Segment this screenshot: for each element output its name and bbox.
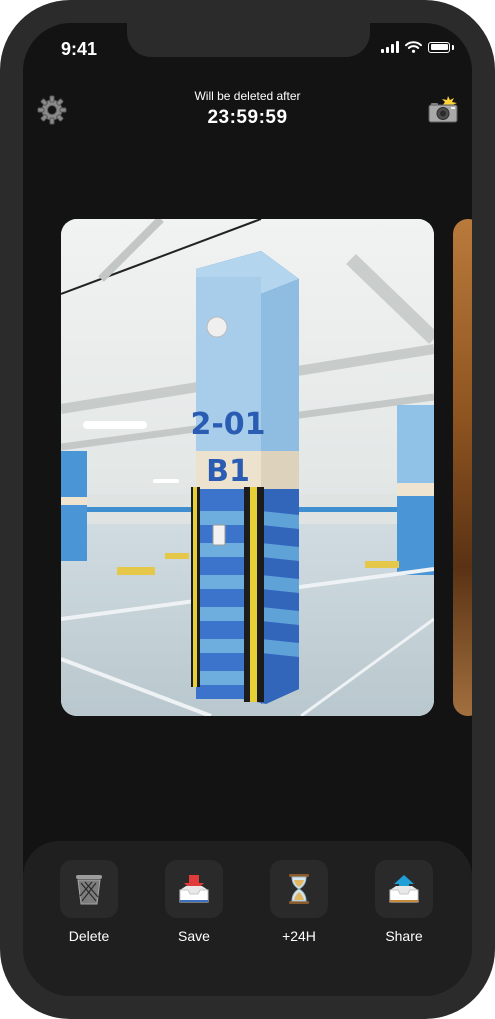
action-toolbar: Delete Save +24H Share [23, 841, 472, 996]
hourglass-icon [289, 874, 309, 904]
save-tile [165, 860, 223, 918]
inbox-download-icon [179, 875, 209, 903]
extend-24h-button[interactable]: +24H [264, 860, 334, 944]
save-button[interactable]: Save [159, 860, 229, 944]
next-photo-preview[interactable] [453, 219, 472, 716]
share-label: Share [385, 928, 423, 944]
share-button[interactable]: Share [369, 860, 439, 944]
deletion-countdown: 23:59:59 [207, 107, 288, 128]
delete-label: Delete [68, 928, 110, 944]
battery-icon [428, 41, 450, 53]
trash-icon [76, 875, 102, 905]
battery-tip [452, 44, 454, 50]
photo-image: 2-01 B1 [61, 219, 434, 716]
phone-frame: 9:41 Will be deleted after 23:59:59 2-01… [0, 0, 495, 1019]
wifi-icon [405, 41, 422, 53]
status-icons [381, 41, 454, 53]
outbox-upload-icon [389, 875, 419, 903]
pillar-number: 2-01 [190, 407, 265, 442]
status-time: 9:41 [61, 39, 98, 59]
pillar-level: B1 [206, 454, 250, 489]
cellular-signal-icon [381, 41, 399, 53]
save-label: Save [178, 928, 210, 944]
app-screen: 9:41 Will be deleted after 23:59:59 2-01… [23, 23, 472, 996]
extend-tile [270, 860, 328, 918]
deletion-caption: Will be deleted after [194, 89, 301, 103]
device-notch [127, 23, 370, 57]
extend-label: +24H [282, 928, 316, 944]
share-tile [375, 860, 433, 918]
camera-flash-icon[interactable] [427, 95, 459, 125]
delete-tile [60, 860, 118, 918]
parking-garage-photo[interactable]: 2-01 B1 [61, 219, 434, 716]
delete-button[interactable]: Delete [54, 860, 124, 944]
